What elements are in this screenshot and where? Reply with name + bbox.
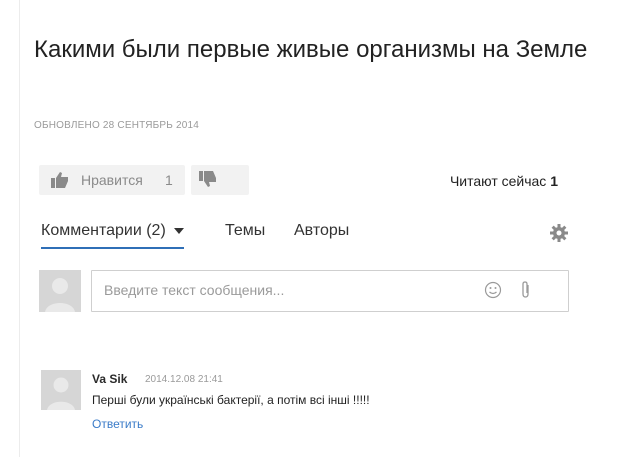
smiley-icon[interactable]: [484, 281, 502, 304]
left-divider: [19, 0, 20, 457]
comment-author[interactable]: Va Sik: [92, 372, 127, 386]
thumbs-up-icon: [51, 172, 69, 193]
article-title: Какими были первые живые организмы на Зе…: [34, 36, 588, 64]
dislike-button[interactable]: [191, 165, 249, 195]
tab-comments[interactable]: Комментарии (2): [41, 222, 184, 249]
reading-count: 1: [550, 173, 558, 189]
reading-label: Читают сейчас: [449, 173, 547, 189]
like-label: Нравится: [81, 172, 143, 188]
comment-timestamp: 2014.12.08 21:41: [145, 374, 223, 385]
gear-icon[interactable]: [549, 223, 569, 248]
comment-composer: [91, 270, 569, 312]
avatar: [41, 370, 81, 410]
tab-comments-label: Комментарии (2): [41, 222, 166, 239]
chevron-down-icon: [173, 227, 184, 234]
reading-now: Читают сейчас 1: [450, 173, 558, 189]
tab-topics[interactable]: Темы: [225, 222, 265, 240]
paperclip-icon[interactable]: [520, 280, 532, 305]
like-count: 1: [165, 172, 173, 188]
updated-date: ОБНОВЛЕНО 28 СЕНТЯБРЬ 2014: [34, 120, 200, 131]
comment-text: Перші були українські бактерії, а потім …: [92, 393, 370, 407]
reply-link[interactable]: Ответить: [92, 417, 143, 431]
like-button[interactable]: Нравится 1: [39, 165, 185, 195]
tab-authors[interactable]: Авторы: [294, 222, 349, 240]
active-tab-indicator: [41, 247, 184, 249]
thumbs-down-icon: [199, 171, 217, 192]
avatar: [39, 270, 81, 312]
message-input[interactable]: [104, 282, 474, 298]
